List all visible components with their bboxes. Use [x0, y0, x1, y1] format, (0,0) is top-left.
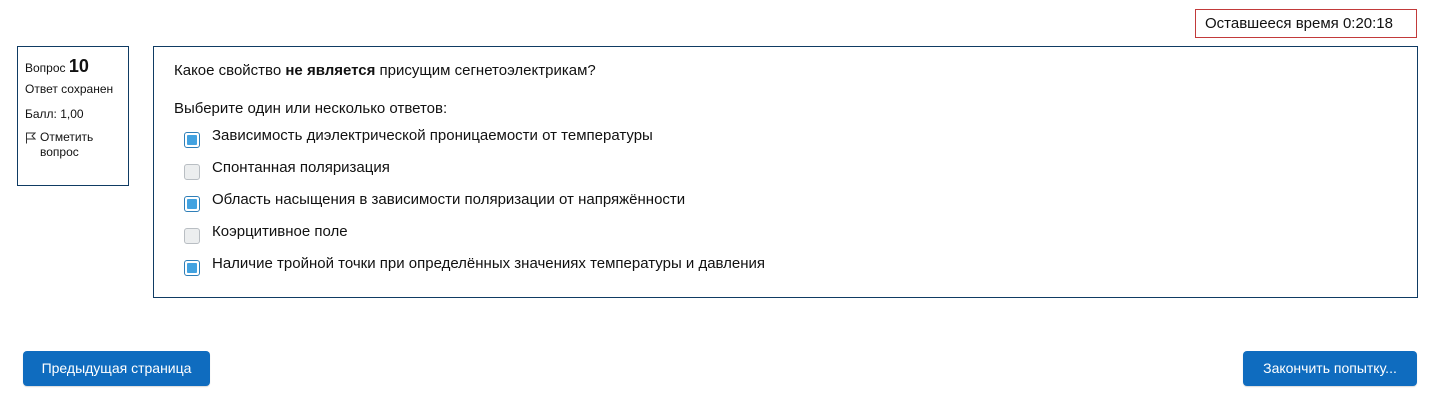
question-text-start: Какое свойство: [174, 62, 286, 79]
answer-label: Наличие тройной точки при определённых з…: [212, 255, 766, 272]
flag-icon: [26, 132, 36, 144]
question-number-line: Вопрос 10: [25, 55, 121, 79]
answer-label: Коэрцитивное поле: [212, 223, 348, 240]
finish-attempt-button[interactable]: Закончить попытку...: [1243, 351, 1417, 386]
answer-label: Спонтанная поляризация: [212, 159, 390, 176]
previous-page-button[interactable]: Предыдущая страница: [23, 351, 210, 386]
question-text: Какое свойство не является присущим сегн…: [174, 61, 1397, 81]
quiz-page: Оставшееся время 0:20:18 Вопрос 10 Ответ…: [0, 0, 1429, 403]
answer-option[interactable]: Коэрцитивное поле: [174, 219, 1397, 251]
answer-option[interactable]: Зависимость диэлектрической проницаемост…: [174, 123, 1397, 155]
answer-option[interactable]: Наличие тройной точки при определённых з…: [174, 251, 1397, 283]
question-info-panel: Вопрос 10 Ответ сохранен Балл: 1,00 Отме…: [17, 46, 129, 186]
answer-option[interactable]: Область насыщения в зависимости поляриза…: [174, 187, 1397, 219]
answer-checkbox[interactable]: [184, 260, 200, 276]
answer-list: Зависимость диэлектрической проницаемост…: [174, 123, 1397, 283]
answer-label: Зависимость диэлектрической проницаемост…: [212, 127, 653, 144]
answer-checkbox[interactable]: [184, 228, 200, 244]
flag-question-link[interactable]: Отметить вопрос: [25, 130, 121, 160]
question-number: 10: [68, 56, 89, 76]
question-grade: Балл: 1,00: [25, 107, 84, 121]
answer-checkbox[interactable]: [184, 164, 200, 180]
answer-state: Ответ сохранен: [25, 82, 114, 96]
flag-question-label: Отметить вопрос: [40, 130, 94, 159]
answer-option[interactable]: Спонтанная поляризация: [174, 155, 1397, 187]
question-text-end: присущим сегнетоэлектрикам?: [375, 62, 596, 79]
timer-display: Оставшееся время 0:20:18: [1195, 9, 1417, 38]
answer-checkbox[interactable]: [184, 132, 200, 148]
answer-label: Область насыщения в зависимости поляриза…: [212, 191, 686, 208]
question-box: Какое свойство не является присущим сегн…: [153, 46, 1418, 298]
question-label: Вопрос: [25, 61, 66, 75]
answer-prompt: Выберите один или несколько ответов:: [174, 100, 448, 117]
answer-checkbox[interactable]: [184, 196, 200, 212]
question-text-emphasis: не является: [285, 62, 376, 79]
